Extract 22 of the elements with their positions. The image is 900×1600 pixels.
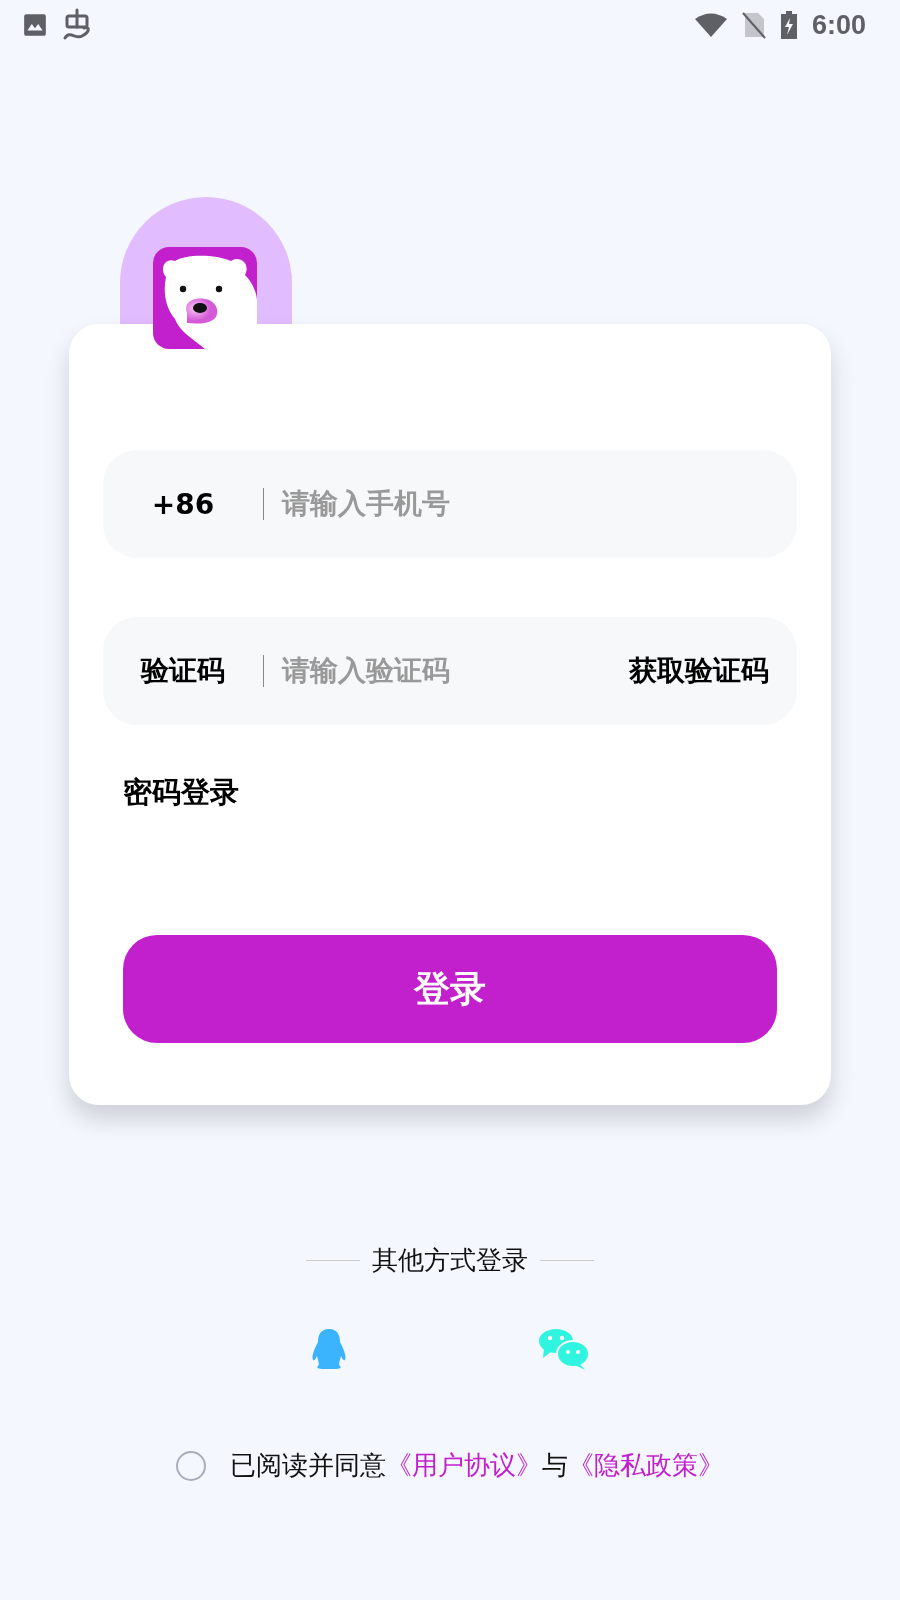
chat-bubbles-icon[interactable] (538, 1328, 590, 1370)
country-code[interactable]: +86 (103, 487, 263, 521)
password-login-link[interactable]: 密码登录 (123, 773, 239, 813)
user-agreement-link[interactable]: 《用户协议》 (386, 1448, 542, 1483)
agreement-text: 已阅读并同意 (230, 1449, 386, 1482)
battery-charging-icon (779, 10, 798, 40)
phone-placeholder: 请输入手机号 (282, 486, 450, 522)
code-placeholder: 请输入验证码 (282, 653, 451, 689)
code-input-field[interactable]: 验证码 请输入验证码 获取验证码 (103, 617, 797, 725)
penguin-icon[interactable] (310, 1328, 348, 1370)
privacy-policy-link[interactable]: 《隐私政策》 (568, 1448, 724, 1483)
login-button[interactable]: 登录 (123, 935, 777, 1043)
agreement-checkbox[interactable] (176, 1450, 206, 1481)
phone-input-field[interactable]: +86 请输入手机号 (103, 450, 797, 558)
field-label: 验证码 (139, 653, 226, 689)
no-sim-icon (741, 11, 766, 39)
other-login-title: 其他方式登录 (372, 1244, 528, 1277)
get-code-link[interactable]: 获取验证码 (629, 652, 769, 690)
agreement-text: 与 (542, 1449, 568, 1482)
wifi-icon (693, 12, 728, 38)
clock-time: 6:00 (811, 9, 866, 41)
image-icon (22, 12, 48, 38)
